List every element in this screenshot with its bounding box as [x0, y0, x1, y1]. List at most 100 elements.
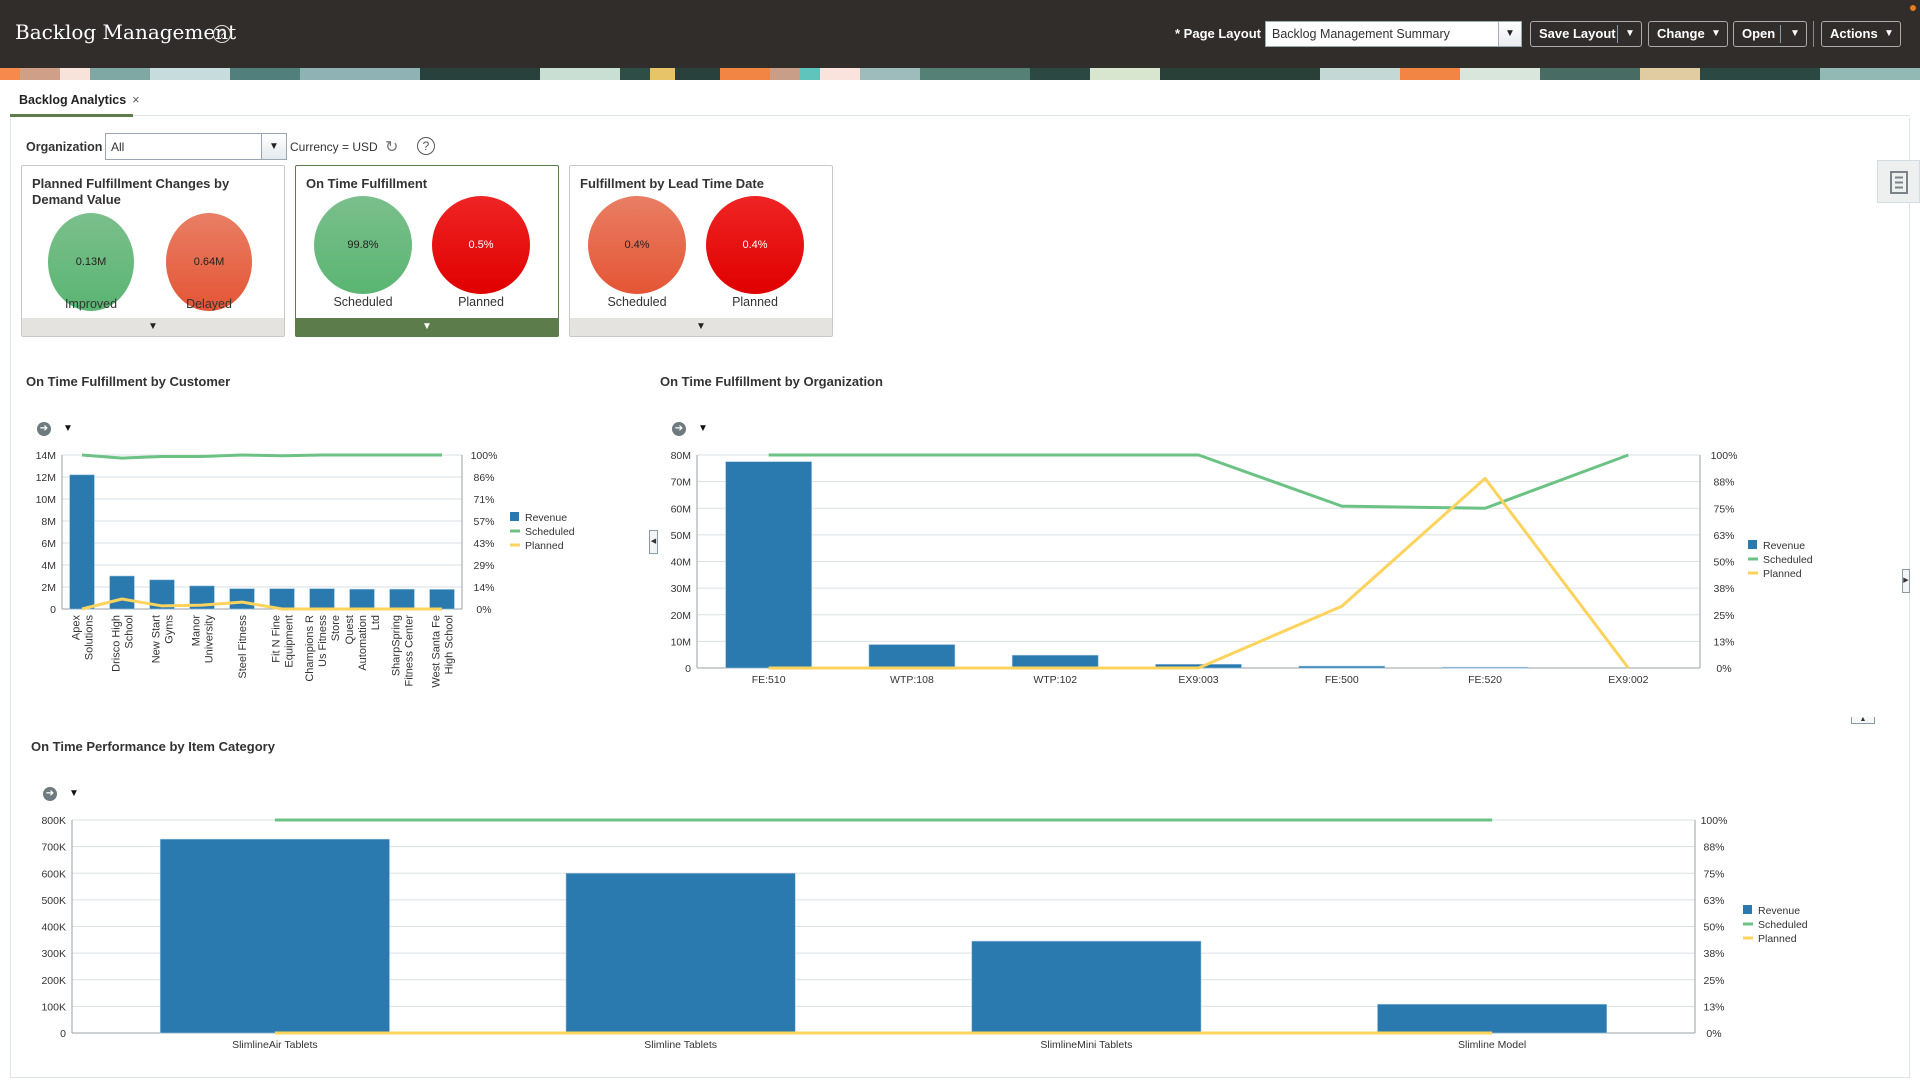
x-tick-label: Fit N Fine Equipment — [271, 615, 296, 668]
chevron-down-icon[interactable]: ▼ — [1790, 22, 1800, 46]
legend-swatch-scheduled — [510, 529, 520, 533]
x-tick-label: SlimlineAir Tablets — [232, 1039, 318, 1051]
page-title: Backlog Management — [15, 20, 237, 44]
legend-swatch-scheduled — [1748, 557, 1758, 561]
refresh-icon[interactable]: ↻ — [385, 137, 398, 157]
open-button[interactable]: Open ▼ — [1733, 21, 1807, 47]
metric-bubble-scheduled[interactable]: 0.4% — [588, 196, 686, 294]
x-tick-label-line: High School — [444, 615, 456, 674]
card-expand-toggle[interactable]: ▼ — [22, 318, 284, 336]
y2-tick-label: 25% — [1703, 975, 1724, 987]
y2-tick-label: 0% — [1706, 1028, 1721, 1040]
tab-backlog-analytics[interactable]: Backlog Analytics × — [19, 93, 140, 107]
organization-value: All — [111, 140, 125, 154]
button-separator — [1780, 25, 1781, 43]
bar-revenue — [868, 644, 956, 669]
y-tick-label: 0 — [685, 663, 691, 675]
y2-tick-label: 63% — [1713, 530, 1734, 542]
x-tick-label: Quest Automation Ltd — [344, 615, 382, 671]
question-circle-icon[interactable]: ? — [213, 25, 231, 43]
arrow-right-circle-icon[interactable]: ➔ — [672, 422, 686, 436]
tab-divider — [10, 115, 1910, 116]
chevron-down-icon: ▼ — [422, 321, 432, 332]
page-layout-value: Backlog Management Summary — [1272, 27, 1450, 41]
chevron-down-icon: ▼ — [1884, 28, 1894, 39]
side-panel-toggle[interactable] — [1877, 160, 1920, 203]
card-expand-toggle[interactable]: ▼ — [570, 318, 832, 336]
x-tick-label-line: Champions R — [304, 615, 316, 682]
chart-title-customer: On Time Fulfillment by Customer — [26, 374, 231, 389]
chevron-down-icon[interactable]: ▼ — [1625, 22, 1635, 46]
bar-revenue — [1377, 1003, 1608, 1034]
arrow-right-circle-icon[interactable]: ➔ — [37, 422, 51, 436]
y2-tick-label: 100% — [1711, 450, 1738, 462]
y-tick-label: 600K — [41, 868, 66, 880]
collapse-left-handle[interactable]: ◀ — [649, 530, 658, 554]
legend-swatch-revenue — [1743, 905, 1752, 914]
x-tick-label-line: SharpSpring — [391, 615, 403, 676]
x-tick-label: FE:520 — [1468, 674, 1502, 686]
legend-label: Revenue — [525, 512, 567, 524]
change-button[interactable]: Change ▼ — [1648, 21, 1728, 47]
actions-button[interactable]: Actions ▼ — [1821, 21, 1901, 47]
save-layout-label: Save Layout — [1539, 26, 1616, 41]
actions-label: Actions — [1830, 26, 1878, 41]
collapse-up-handle[interactable]: ▲ — [1851, 716, 1875, 724]
metric-bubble-scheduled[interactable]: 99.8% — [314, 196, 412, 294]
chevron-down-icon[interactable]: ▼ — [1498, 22, 1521, 46]
legend-label: Scheduled — [1763, 554, 1813, 566]
legend-swatch-planned — [510, 543, 520, 547]
bar-revenue — [429, 589, 455, 610]
save-layout-button[interactable]: Save Layout ▼ — [1530, 21, 1642, 47]
x-tick-label-line: University — [204, 615, 216, 664]
y-tick-label: 100K — [41, 1001, 66, 1013]
metric-bubble-planned[interactable]: 0.4% — [706, 196, 804, 294]
x-tick-label: Steel Fitness — [237, 615, 249, 679]
x-tick-label: SharpSpring Fitness Center — [391, 615, 416, 687]
y2-tick-label: 88% — [1703, 842, 1724, 854]
decorative-banner — [0, 68, 1920, 80]
legend-label: Revenue — [1763, 540, 1805, 552]
chevron-down-icon[interactable]: ▼ — [698, 423, 708, 434]
y2-tick-label: 86% — [473, 472, 494, 484]
y-tick-label: 12M — [36, 472, 56, 484]
y-tick-label: 2M — [41, 582, 56, 594]
y-tick-label: 500K — [41, 895, 66, 907]
question-circle-icon[interactable]: ? — [417, 137, 435, 155]
chevron-down-icon[interactable]: ▼ — [261, 134, 286, 159]
x-tick-label-line: New Start — [151, 615, 163, 663]
bar-revenue — [109, 575, 135, 610]
y2-tick-label: 13% — [1713, 636, 1734, 648]
y-tick-label: 40M — [671, 557, 691, 569]
x-tick-label-line: Gyms — [164, 615, 176, 644]
close-icon[interactable]: × — [132, 93, 139, 107]
x-tick-label-line: West Santa Fe — [431, 615, 443, 688]
chart-organization: 0 10M 20M 30M 40M 50M 60M 70M 80M 0% 13% 25% 38% 50% 6… — [671, 450, 1813, 686]
card-title: Fulfillment by Lead Time Date — [580, 176, 764, 191]
page-layout-select[interactable]: Backlog Management Summary ▼ — [1265, 21, 1522, 47]
x-tick-label-line: Automation — [357, 615, 369, 671]
y-tick-label: 400K — [41, 922, 66, 934]
collapse-right-handle[interactable]: ▶ — [1902, 569, 1910, 593]
y-tick-label: 80M — [671, 450, 691, 462]
chevron-down-icon[interactable]: ▼ — [69, 788, 79, 799]
card-planned-fulfillment-changes[interactable]: Planned Fulfillment Changes by Demand Va… — [21, 165, 285, 337]
card-expand-toggle[interactable]: ▼ — [296, 318, 558, 336]
chart-toolbar: ➔ ▼ — [672, 418, 708, 436]
y2-tick-label: 100% — [471, 450, 498, 462]
x-tick-label: SlimlineMini Tablets — [1040, 1039, 1132, 1051]
organization-select[interactable]: All ▼ — [105, 133, 287, 160]
y2-tick-label: 14% — [473, 582, 494, 594]
open-label: Open — [1742, 26, 1776, 41]
chevron-down-icon[interactable]: ▼ — [63, 423, 73, 434]
bar-revenue — [309, 588, 335, 610]
arrow-right-circle-icon[interactable]: ➔ — [43, 787, 57, 801]
metric-bubble-planned[interactable]: 0.5% — [432, 196, 530, 294]
bar-revenue — [269, 588, 295, 610]
chevron-down-icon: ▼ — [1711, 28, 1721, 39]
line-planned — [81, 597, 442, 611]
card-fulfillment-by-lead-time[interactable]: Fulfillment by Lead Time Date 0.4% Sched… — [569, 165, 833, 337]
y2-tick-label: 43% — [473, 538, 494, 550]
tab-label: Backlog Analytics — [19, 93, 127, 107]
card-on-time-fulfillment[interactable]: On Time Fulfillment 99.8% Scheduled 0.5%… — [295, 165, 559, 337]
